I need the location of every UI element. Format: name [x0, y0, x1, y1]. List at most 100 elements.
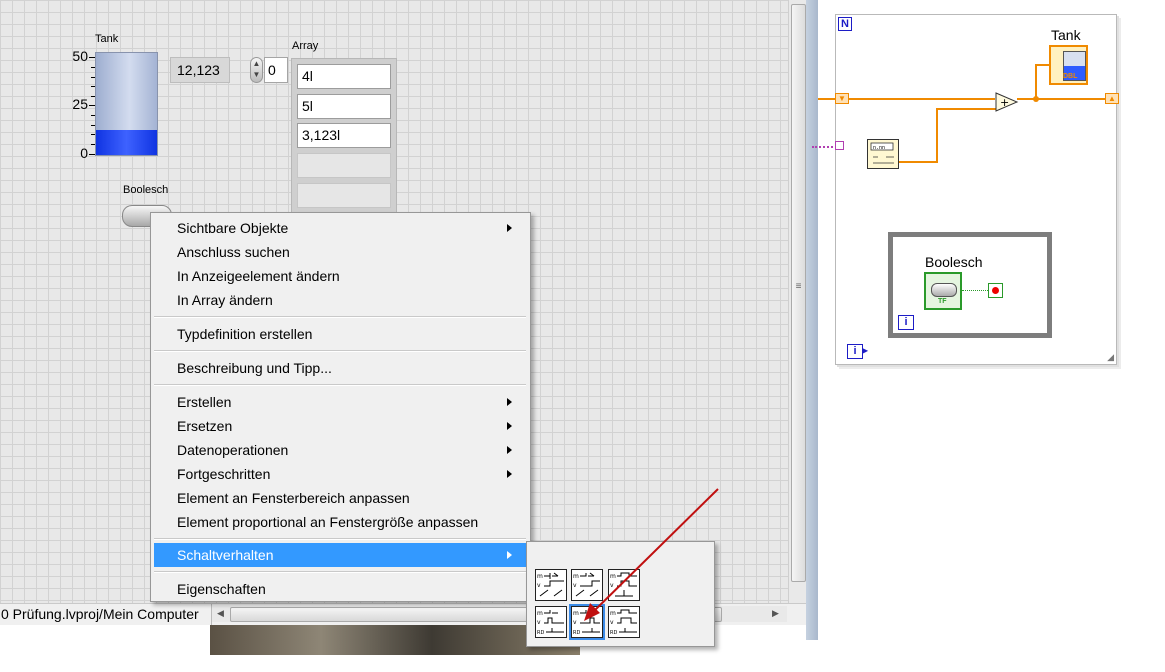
loop-tunnel: [835, 141, 844, 150]
menu-separator: [154, 571, 526, 573]
add-function[interactable]: +: [995, 92, 1019, 112]
array-indicator[interactable]: 4l 5l 3,123l: [291, 58, 397, 214]
menu-item-make-typedef[interactable]: Typdefinition erstellen: [154, 322, 526, 346]
menu-separator: [154, 350, 526, 352]
tank-digital-display[interactable]: 12,123: [170, 57, 230, 83]
boolean-wire: [962, 290, 988, 291]
window-frame: [806, 0, 818, 640]
submenu-arrow-icon: [507, 551, 512, 559]
submenu-arrow-icon: [507, 422, 512, 430]
switch-when-pressed-button[interactable]: mv: [535, 569, 567, 601]
toggle-switch-icon: [931, 283, 957, 297]
svg-text:RD: RD: [537, 630, 544, 636]
array-index-display[interactable]: 0: [264, 57, 288, 83]
scroll-right-icon[interactable]: ▶: [772, 608, 779, 619]
tank-scale-mid: 25: [72, 96, 88, 112]
menu-item-visible-items[interactable]: Sichtbare Objekte: [154, 216, 526, 240]
svg-text:n.nn: n.nn: [873, 145, 885, 151]
latch-when-pressed-button[interactable]: m v RD: [535, 606, 567, 638]
boolean-terminal-type: TF: [938, 298, 947, 305]
switch-when-pressed-icon: mv: [537, 572, 564, 597]
vertical-scrollbar[interactable]: ≡: [788, 0, 807, 606]
svg-text:RD: RD: [573, 630, 580, 636]
up-arrow-icon: ▲: [1108, 94, 1116, 103]
menu-item-create[interactable]: Erstellen: [154, 390, 526, 414]
wire: [1017, 98, 1105, 100]
latch-when-pressed-icon: mv RD: [537, 610, 564, 636]
array-element[interactable]: 3,123l: [297, 123, 391, 148]
menu-item-scale-with-pane[interactable]: Element proportional an Fenstergröße anp…: [154, 510, 526, 534]
arrow-right-icon: ▶: [862, 346, 869, 355]
stop-condition-terminal[interactable]: [988, 283, 1003, 298]
shift-register-right[interactable]: ▲: [1105, 93, 1119, 104]
array-element[interactable]: 5l: [297, 94, 391, 119]
menu-item-fit-to-pane[interactable]: Element an Fensterbereich anpassen: [154, 486, 526, 510]
annotation-arrow: [584, 488, 719, 621]
tank-terminal[interactable]: DBL: [1049, 45, 1088, 85]
boolean-label: Boolesch: [123, 184, 169, 196]
array-index-spinner[interactable]: ▲ ▼: [250, 57, 263, 83]
while-loop[interactable]: i: [888, 232, 1052, 338]
menu-item-replace[interactable]: Ersetzen: [154, 414, 526, 438]
menu-item-change-to-array[interactable]: In Array ändern: [154, 288, 526, 312]
resize-grip-icon: ◢: [1107, 352, 1114, 362]
vertical-scroll-thumb[interactable]: ≡: [791, 4, 806, 582]
block-diagram: N i ▶ ◢ ▼ ▲ + n.nn Tank DBL i Boolesch T…: [812, 0, 1165, 672]
down-arrow-icon: ▼: [838, 94, 846, 103]
array-element-empty[interactable]: [297, 153, 391, 178]
wire: [936, 108, 998, 110]
submenu-arrow-icon: [507, 446, 512, 454]
svg-text:v: v: [537, 582, 541, 589]
menu-item-mechanical-action[interactable]: Schaltverhalten: [154, 543, 526, 567]
tank-fill-level: [96, 129, 157, 155]
wire: [1035, 64, 1050, 66]
svg-text:m: m: [537, 573, 543, 580]
shift-register-left[interactable]: ▼: [835, 93, 849, 104]
stop-icon: [992, 287, 999, 294]
menu-item-description-tip[interactable]: Beschreibung und Tipp...: [154, 356, 526, 380]
menu-item-find-terminal[interactable]: Anschluss suchen: [154, 240, 526, 264]
tank-indicator[interactable]: [95, 52, 158, 156]
string-wire: [812, 146, 837, 148]
menu-separator: [154, 316, 526, 318]
tank-scale-max: 50: [72, 48, 88, 64]
wire-junction: [1033, 96, 1039, 102]
menu-separator: [154, 538, 526, 540]
wire: [936, 108, 938, 163]
grip-icon: ≡: [795, 281, 802, 292]
project-path: 0 Prüfung.lvproj/Mein Computer: [0, 604, 212, 625]
scan-from-string-function[interactable]: n.nn: [867, 139, 899, 169]
menu-item-properties[interactable]: Eigenschaften: [154, 577, 526, 601]
wire: [1035, 64, 1037, 99]
wire: [849, 98, 995, 100]
wire: [899, 161, 938, 163]
menu-item-change-to-indicator[interactable]: In Anzeigeelement ändern: [154, 264, 526, 288]
array-element-empty[interactable]: [297, 183, 391, 208]
menu-item-advanced[interactable]: Fortgeschritten: [154, 462, 526, 486]
submenu-arrow-icon: [507, 470, 512, 478]
tank-terminal-label: Tank: [1051, 27, 1081, 43]
wire: [818, 98, 835, 100]
scroll-left-icon[interactable]: ◀: [217, 608, 224, 619]
tank-scale-min: 0: [80, 145, 88, 161]
desktop-background-strip: [210, 625, 580, 655]
context-menu[interactable]: Sichtbare Objekte Anschluss suchen In An…: [150, 212, 531, 602]
array-label: Array: [292, 40, 319, 52]
svg-text:+: +: [1000, 96, 1009, 109]
string-to-number-icon: n.nn: [870, 142, 894, 164]
svg-text:m: m: [537, 610, 543, 617]
svg-text:RD: RD: [610, 630, 617, 636]
svg-text:v: v: [537, 619, 541, 626]
for-loop-iteration-terminal[interactable]: i: [847, 344, 863, 359]
tank-label: Tank: [95, 33, 119, 45]
submenu-arrow-icon: [507, 398, 512, 406]
array-element[interactable]: 4l: [297, 64, 391, 89]
submenu-arrow-icon: [507, 224, 512, 232]
menu-item-data-operations[interactable]: Datenoperationen: [154, 438, 526, 462]
tank-terminal-type: DBL: [1063, 73, 1078, 80]
menu-separator: [154, 384, 526, 386]
loop-count-terminal[interactable]: N: [838, 17, 852, 31]
while-loop-iteration-terminal[interactable]: i: [898, 315, 914, 330]
boolean-terminal[interactable]: TF: [924, 272, 962, 310]
boolean-terminal-label: Boolesch: [925, 254, 983, 270]
